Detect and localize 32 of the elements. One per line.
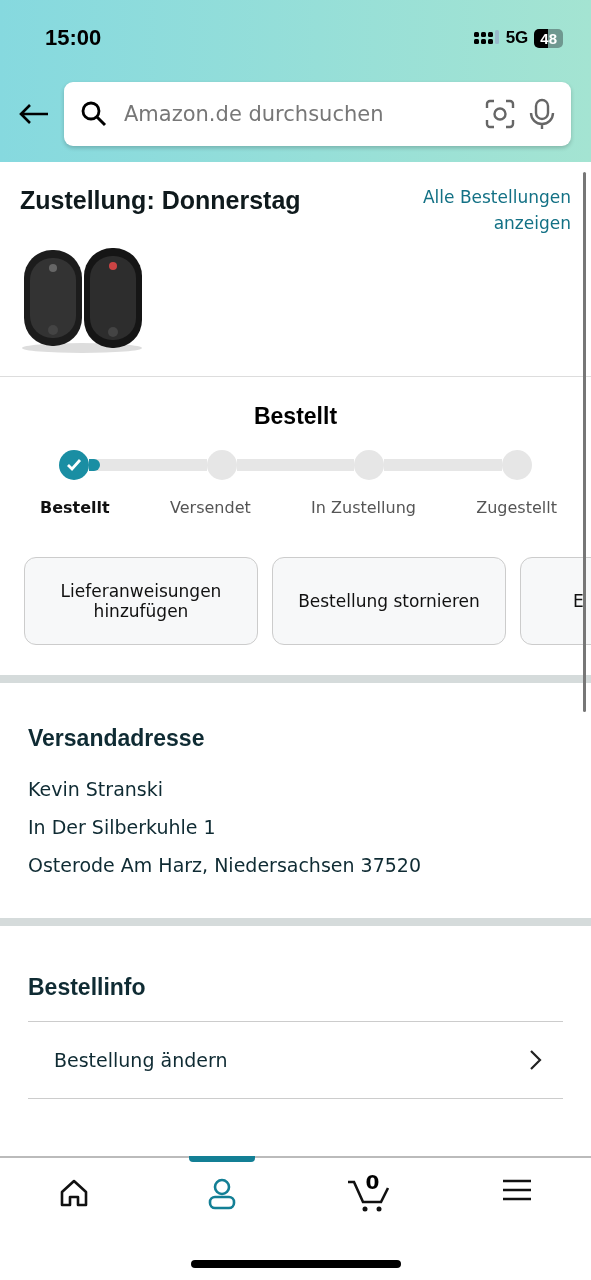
step-label: Bestellt <box>40 498 110 517</box>
search-bar[interactable]: Amazon.de durchsuchen <box>64 82 571 146</box>
action-button[interactable]: Bestellung stornieren <box>272 557 506 645</box>
menu-row[interactable]: Bestellung ändern <box>28 1021 563 1099</box>
section-title: Bestellinfo <box>28 974 147 1001</box>
step-label: In Zustellung <box>311 498 416 517</box>
signal-icon <box>473 30 500 46</box>
delivery-title: Zustellung: Donnerstag <box>20 185 301 215</box>
selected-indicator <box>188 1156 255 1162</box>
status-time: 15:00 <box>45 25 102 51</box>
nav-tab[interactable]: 0 <box>295 1158 444 1228</box>
action-button[interactable]: Lieferanweisungen hinzufügen <box>24 557 258 645</box>
section-title: Versandadresse <box>28 725 206 752</box>
back-arrow-icon[interactable] <box>18 103 50 125</box>
microphone-icon[interactable] <box>529 98 555 130</box>
search-input[interactable]: Amazon.de durchsuchen <box>122 101 471 127</box>
action-button[interactable]: E <box>520 557 591 645</box>
home-icon <box>58 1178 89 1208</box>
address-line: Kevin Stranski <box>28 777 164 802</box>
address-line: Osterode Am Harz, Niedersachsen 37520 <box>28 853 423 878</box>
person-icon <box>206 1178 237 1210</box>
menu-icon <box>502 1178 533 1202</box>
search-icon <box>80 100 108 128</box>
camera-icon[interactable] <box>485 99 515 129</box>
chevron-right-icon <box>529 1049 543 1071</box>
status-title: Bestellt <box>252 403 339 430</box>
step-label: Zugestellt <box>476 498 557 517</box>
address-line: In Der Silberkuhle 1 <box>28 815 217 840</box>
cart-count: 0 <box>365 1170 380 1194</box>
network-label: 5G <box>505 28 529 48</box>
step-label: Versendet <box>170 498 251 517</box>
all-orders-link[interactable]: Alle Bestellungen anzeigen <box>401 184 571 236</box>
